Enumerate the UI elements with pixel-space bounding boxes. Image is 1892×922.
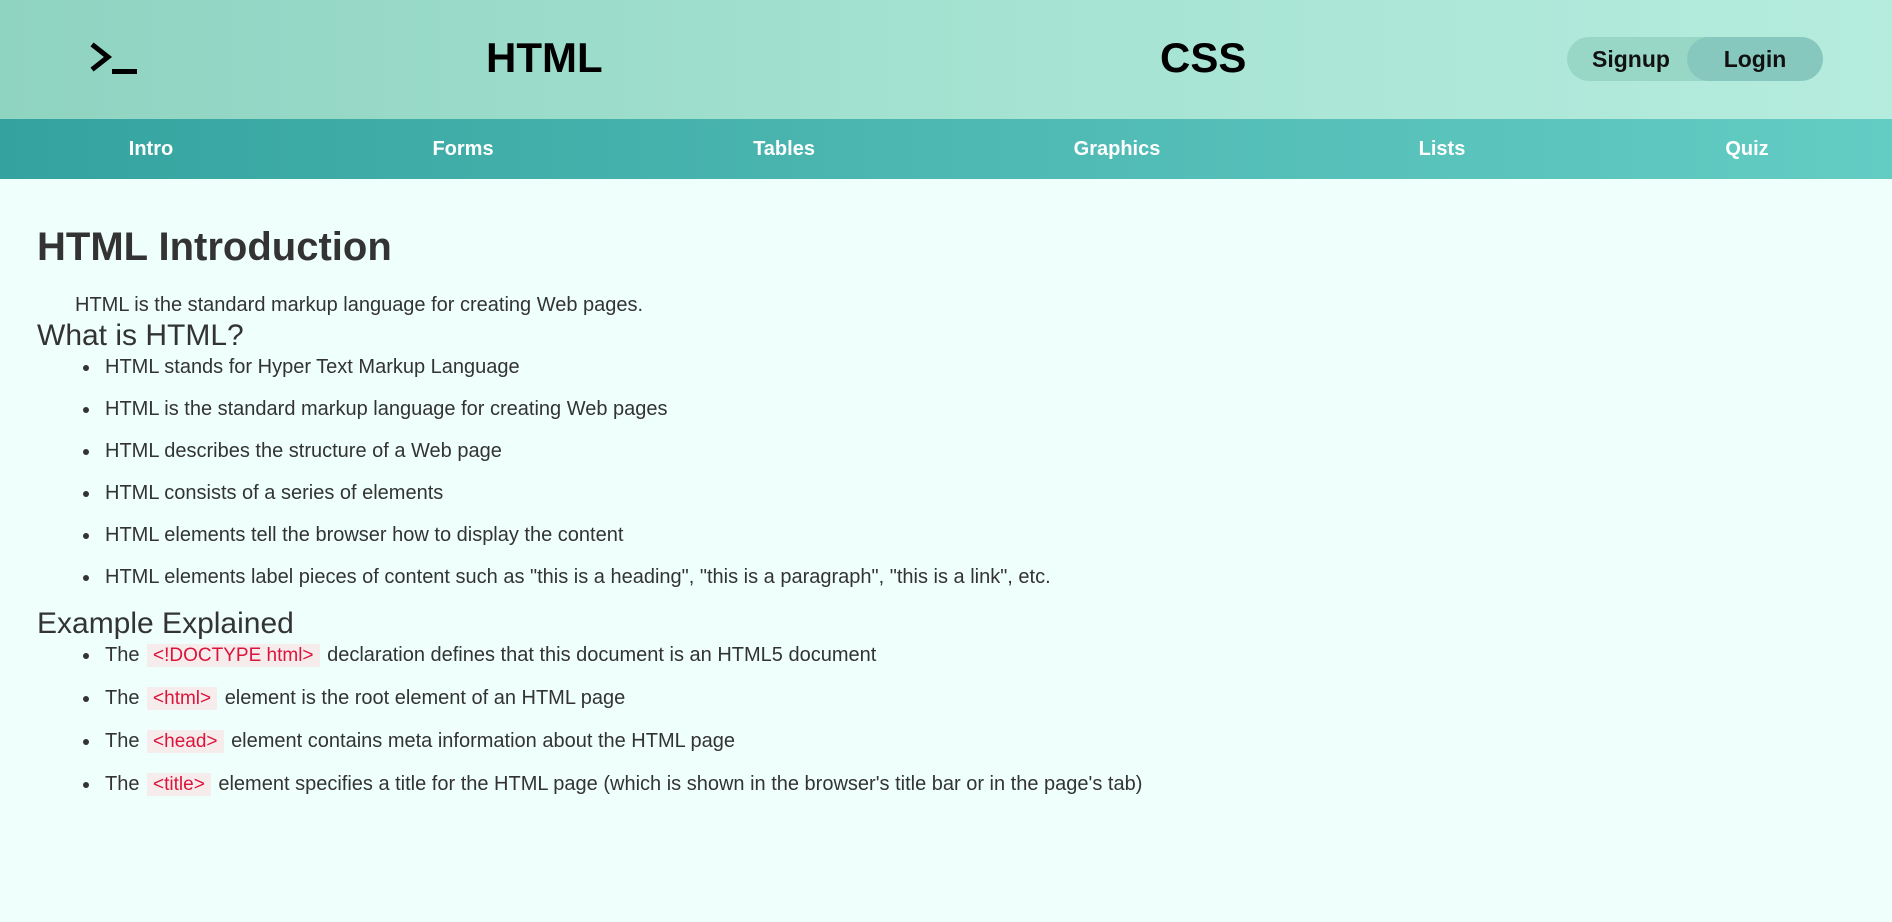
list-item: HTML elements tell the browser how to di…: [101, 522, 1855, 548]
auth-button-group: Signup Login: [1567, 37, 1823, 81]
login-button[interactable]: Login: [1687, 37, 1823, 81]
item-text: declaration defines that this document i…: [327, 644, 877, 666]
top-header: HTML CSS Signup Login: [0, 0, 1892, 119]
page-title: HTML Introduction: [37, 225, 392, 269]
html-brand-link[interactable]: HTML: [486, 34, 603, 82]
item-prefix: The: [105, 773, 140, 795]
list-item: HTML is the standard markup language for…: [101, 396, 1855, 422]
main-nav: Intro Forms Tables Graphics Lists Quiz: [0, 119, 1892, 179]
code-snippet: <title>: [147, 773, 211, 796]
what-is-html-heading: What is HTML?: [37, 319, 244, 352]
list-item: The <html> element is the root element o…: [101, 685, 1855, 712]
example-explained-heading: Example Explained: [37, 607, 294, 640]
code-snippet: <html>: [147, 687, 218, 710]
main-content: HTML Introduction HTML is the standard m…: [0, 179, 1892, 798]
item-prefix: The: [105, 687, 140, 709]
code-snippet: <!DOCTYPE html>: [147, 644, 320, 667]
example-explained-list: The <!DOCTYPE html> declaration defines …: [37, 642, 1855, 798]
signup-button[interactable]: Signup: [1567, 37, 1687, 81]
intro-paragraph: HTML is the standard markup language for…: [75, 294, 644, 316]
nav-item-intro[interactable]: Intro: [129, 119, 173, 179]
what-is-html-list: HTML stands for Hyper Text Markup Langua…: [37, 354, 1855, 590]
terminal-prompt-icon[interactable]: [90, 40, 142, 80]
list-item: The <title> element specifies a title fo…: [101, 771, 1855, 798]
item-text: element contains meta information about …: [231, 730, 736, 752]
nav-item-quiz[interactable]: Quiz: [1725, 119, 1768, 179]
item-prefix: The: [105, 730, 140, 752]
item-text: element specifies a title for the HTML p…: [218, 773, 1143, 795]
nav-item-graphics[interactable]: Graphics: [1074, 119, 1161, 179]
nav-item-tables[interactable]: Tables: [753, 119, 815, 179]
list-item: The <!DOCTYPE html> declaration defines …: [101, 642, 1855, 669]
item-text: element is the root element of an HTML p…: [224, 687, 626, 709]
nav-item-forms[interactable]: Forms: [432, 119, 493, 179]
list-item: HTML describes the structure of a Web pa…: [101, 438, 1855, 464]
code-snippet: <head>: [147, 730, 224, 753]
list-item: HTML elements label pieces of content su…: [101, 564, 1855, 590]
nav-item-lists[interactable]: Lists: [1419, 119, 1466, 179]
list-item: The <head> element contains meta informa…: [101, 728, 1855, 755]
list-item: HTML consists of a series of elements: [101, 480, 1855, 506]
css-brand-link[interactable]: CSS: [1160, 34, 1246, 82]
item-prefix: The: [105, 644, 140, 666]
list-item: HTML stands for Hyper Text Markup Langua…: [101, 354, 1855, 380]
